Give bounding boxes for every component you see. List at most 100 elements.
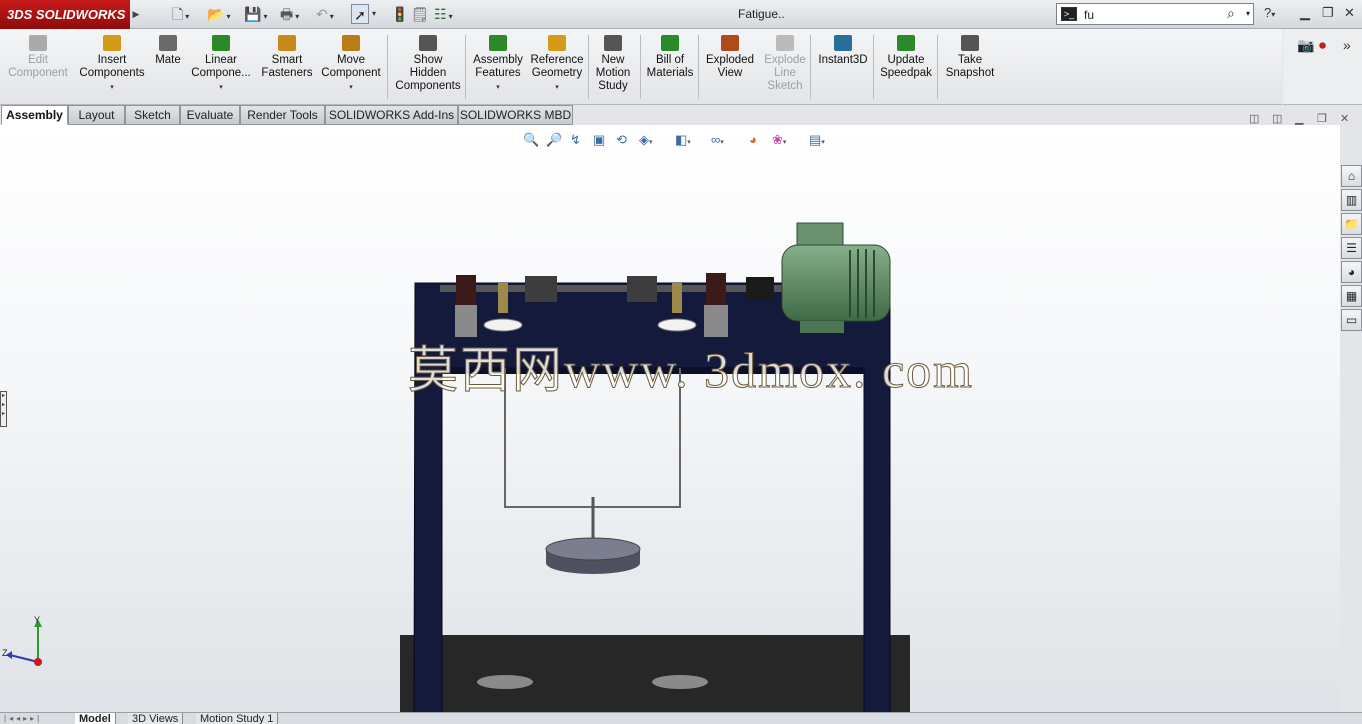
- tab-model[interactable]: Model: [75, 713, 116, 724]
- ribbon-button-insert-components[interactable]: Insert Components ▾: [77, 33, 147, 103]
- resources-icon[interactable]: ⌂: [1341, 165, 1362, 187]
- bom-icon: [661, 35, 679, 51]
- ribbon-separator: [640, 35, 641, 99]
- section-view-icon[interactable]: ▣: [593, 132, 605, 148]
- hide-show-items-icon[interactable]: ∞▾: [711, 132, 724, 147]
- restore-window-icon[interactable]: ❐: [1322, 5, 1334, 21]
- new-document-icon[interactable]: 🗋 ▾: [172, 4, 189, 24]
- coupling-1[interactable]: [525, 276, 557, 302]
- dropdown-arrow-icon[interactable]: ▾: [189, 81, 253, 94]
- ribbon-button-edit-component[interactable]: Edit Component: [6, 33, 70, 103]
- save-icon[interactable]: 💾 ▾: [244, 4, 267, 24]
- doc-minimize-icon[interactable]: ▁: [1295, 112, 1303, 125]
- tab-solidworks-mbd[interactable]: SOLIDWORKS MBD: [458, 105, 573, 125]
- zoom-area-icon[interactable]: 🔎: [546, 132, 562, 148]
- dropdown-arrow-icon[interactable]: ▾: [470, 81, 526, 94]
- tab-evaluate[interactable]: Evaluate: [180, 105, 240, 125]
- rebuild-traffic-light-icon[interactable]: 🚦: [391, 4, 408, 24]
- camera-icon[interactable]: 📷: [1297, 37, 1314, 54]
- ribbon-button-show-hidden-components[interactable]: Show Hidden Components: [393, 33, 463, 103]
- menu-expand-arrow[interactable]: ▶: [131, 5, 141, 24]
- search-box[interactable]: >_ fu ⌕ ▾: [1056, 3, 1254, 25]
- tab-render-tools[interactable]: Render Tools: [240, 105, 325, 125]
- custom-properties-icon[interactable]: ▦: [1341, 285, 1362, 307]
- assembly-features-icon: [489, 35, 507, 51]
- ribbon-button-assembly-features[interactable]: Assembly Features ▾: [470, 33, 526, 103]
- view-palette-icon[interactable]: ☰: [1341, 237, 1362, 259]
- minimize-window-icon[interactable]: ▁: [1300, 5, 1310, 21]
- weight-disc[interactable]: [545, 537, 641, 561]
- ribbon-button-linear-compone[interactable]: Linear Compone... ▾: [189, 33, 253, 103]
- ribbon-button-move-component[interactable]: Move Component ▾: [318, 33, 384, 103]
- tile-horizontal-icon[interactable]: ◫: [1249, 112, 1259, 125]
- motor-coupling[interactable]: [746, 277, 774, 299]
- solidworks-logo[interactable]: 3DS SOLIDWORKS: [0, 0, 130, 29]
- record-icon[interactable]: ⏺: [1319, 37, 1326, 54]
- previous-view-icon[interactable]: ↯: [570, 132, 581, 148]
- drive-shaft[interactable]: [440, 285, 785, 292]
- ribbon-separator: [873, 35, 874, 99]
- close-window-icon[interactable]: ✕: [1344, 5, 1355, 21]
- ribbon-button-label: Component: [8, 67, 68, 79]
- search-input[interactable]: fu: [1084, 8, 1094, 22]
- load-holder-left[interactable]: [498, 283, 508, 313]
- apply-scene-icon[interactable]: ❀▾: [772, 132, 786, 148]
- search-dropdown[interactable]: ▾: [1246, 9, 1250, 18]
- more-commands-icon[interactable]: »: [1343, 37, 1351, 53]
- file-properties-icon[interactable]: 🗒: [411, 4, 429, 24]
- dropdown-arrow-icon[interactable]: ▾: [77, 81, 147, 94]
- ribbon-button-instant3d[interactable]: Instant3D: [815, 33, 871, 103]
- graphics-viewport[interactable]: [0, 125, 1340, 715]
- ribbon-button-label: Assembly: [473, 54, 523, 66]
- feature-manager-flyout-handle[interactable]: ▸ ▸ ▸: [0, 391, 7, 427]
- model-view[interactable]: [0, 125, 1340, 715]
- tab-3d-views[interactable]: 3D Views: [128, 713, 184, 724]
- display-style-icon[interactable]: ◧▾: [675, 132, 691, 148]
- edit-appearance-icon[interactable]: ◕: [749, 132, 757, 147]
- dropdown-arrow-icon[interactable]: ▾: [528, 81, 586, 94]
- ribbon-button-new-motion-study[interactable]: New Motion Study: [590, 33, 636, 103]
- exploded-view-icon: [721, 35, 739, 51]
- ribbon-button-reference-geometry[interactable]: Reference Geometry ▾: [528, 33, 586, 103]
- ribbon-button-update-speedpak[interactable]: Update Speedpak: [878, 33, 934, 103]
- file-explorer-icon[interactable]: 📁: [1341, 213, 1362, 235]
- view-orientation-icon[interactable]: ◈▾: [639, 132, 653, 148]
- bearing-right[interactable]: [706, 273, 726, 305]
- solidworks-forum-icon[interactable]: ▭: [1341, 309, 1362, 331]
- ribbon-button-bill-of-materials[interactable]: Bill of Materials: [644, 33, 696, 103]
- options-icon[interactable]: ☷ ▾: [434, 4, 453, 24]
- zoom-to-fit-icon[interactable]: 🔍: [523, 132, 539, 148]
- select-dropdown[interactable]: ▾: [372, 4, 376, 24]
- tab-motion-study-1[interactable]: Motion Study 1: [196, 713, 279, 724]
- tab-assembly[interactable]: Assembly: [1, 105, 68, 125]
- load-holder-right[interactable]: [672, 283, 682, 313]
- tab-scroll-arrows[interactable]: |◂◂▸▸|: [4, 714, 70, 724]
- undo-icon[interactable]: ↶ ▾: [316, 4, 334, 24]
- ribbon-button-take-snapshot[interactable]: Take Snapshot: [942, 33, 998, 103]
- search-icon[interactable]: ⌕: [1227, 5, 1235, 22]
- design-library-icon[interactable]: ▥: [1341, 189, 1362, 211]
- print-icon[interactable]: 🖶 ▾: [280, 4, 299, 24]
- ribbon-button-label: New: [601, 54, 625, 66]
- ribbon-button-explode-line-sketch[interactable]: Explode Line Sketch: [760, 33, 810, 103]
- help-icon[interactable]: ?▾: [1264, 5, 1275, 20]
- ribbon-button-exploded-view[interactable]: Exploded View: [703, 33, 757, 103]
- tile-vertical-icon[interactable]: ◫: [1272, 112, 1282, 125]
- open-folder-icon[interactable]: 📂 ▾: [207, 4, 230, 24]
- tab-sketch[interactable]: Sketch: [125, 105, 180, 125]
- doc-close-icon[interactable]: ✕: [1340, 112, 1349, 125]
- ribbon-button-mate[interactable]: Mate: [150, 33, 186, 103]
- doc-restore-icon[interactable]: ❐: [1317, 112, 1327, 125]
- appearances-icon[interactable]: ◕: [1341, 261, 1362, 283]
- ribbon-button-label: Move: [336, 54, 366, 66]
- select-arrow-icon[interactable]: ➚: [351, 4, 369, 24]
- view-settings-icon[interactable]: ▤▾: [809, 132, 825, 148]
- bearing-left[interactable]: [456, 275, 476, 305]
- show-hidden-icon: [419, 35, 437, 51]
- dropdown-arrow-icon[interactable]: ▾: [318, 81, 384, 94]
- tab-solidworks-add-ins[interactable]: SOLIDWORKS Add-Ins: [325, 105, 458, 125]
- tab-layout[interactable]: Layout: [68, 105, 125, 125]
- coupling-2[interactable]: [627, 276, 657, 302]
- ribbon-button-smart-fasteners[interactable]: Smart Fasteners: [256, 33, 318, 103]
- dynamic-annotation-icon[interactable]: ⟲: [616, 132, 627, 148]
